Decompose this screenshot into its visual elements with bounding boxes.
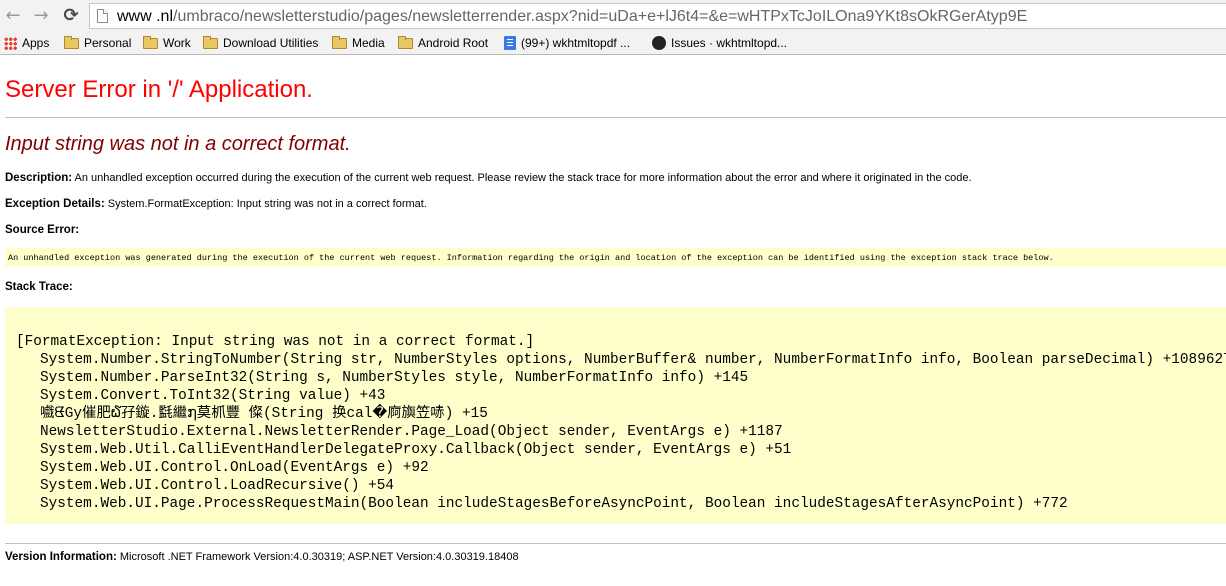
version-information-label: Version Information: xyxy=(5,551,117,563)
exception-details-text: System.FormatException: Input string was… xyxy=(107,198,427,210)
description-text: An unhandled exception occurred during t… xyxy=(74,172,972,184)
bookmark-personal[interactable]: Personal xyxy=(64,35,131,52)
title-divider xyxy=(5,117,1226,118)
description-line: Description: An unhandled exception occu… xyxy=(5,171,972,185)
version-divider xyxy=(5,543,1226,544)
bookmark-download-utilities[interactable]: Download Utilities xyxy=(203,35,318,52)
bookmark-label: Issues · wkhtmltopd... xyxy=(671,36,788,50)
forward-button[interactable]: → xyxy=(31,6,51,26)
stack-trace-heading: Stack Trace: xyxy=(5,280,73,294)
folder-icon xyxy=(143,36,158,49)
back-button[interactable]: ← xyxy=(3,6,23,26)
url-text[interactable]: www .nl/umbraco/newsletterstudio/pages/n… xyxy=(117,8,1027,26)
error-subtitle: Input string was not in a correct format… xyxy=(5,133,351,155)
stack-trace-line: 嚱ᘀGy催肥໖孖鏇.㲯繼໗莫枛豐 儏(String 换cal�㢌旟笠哧) +15 xyxy=(40,406,488,422)
source-error-box: An unhandled exception was generated dur… xyxy=(5,248,1226,267)
stack-trace-line: NewsletterStudio.External.NewsletterRend… xyxy=(40,424,783,440)
version-information-line: Version Information: Microsoft .NET Fram… xyxy=(5,550,519,564)
url-host: www .nl xyxy=(117,8,174,25)
folder-icon xyxy=(203,36,218,49)
bookmark-wkhtmltopdf[interactable]: (99+) wkhtmltopdf ... xyxy=(504,35,630,52)
stack-trace-line: [FormatException: Input string was not i… xyxy=(16,334,535,350)
stack-trace-line: System.Convert.ToInt32(String value) +43 xyxy=(40,388,386,404)
page-icon xyxy=(97,9,108,23)
version-information-text: Microsoft .NET Framework Version:4.0.303… xyxy=(119,551,519,563)
stack-trace-line: System.Web.Util.CalliEventHandlerDelegat… xyxy=(40,442,792,458)
folder-icon xyxy=(332,36,347,49)
bookmark-label: Media xyxy=(352,36,385,50)
google-docs-icon xyxy=(504,36,516,50)
address-bar[interactable]: www .nl/umbraco/newsletterstudio/pages/n… xyxy=(89,3,1226,29)
bookmark-label: Personal xyxy=(84,36,132,50)
url-path: /umbraco/newsletterstudio/pages/newslett… xyxy=(173,8,1028,25)
github-icon xyxy=(652,36,666,50)
stack-trace-box: [FormatException: Input string was not i… xyxy=(5,307,1226,524)
stack-trace-line: System.Web.UI.Page.ProcessRequestMain(Bo… xyxy=(40,496,1068,512)
bookmark-label: (99+) wkhtmltopdf ... xyxy=(521,36,631,50)
bookmark-label: Apps xyxy=(22,36,50,50)
folder-icon xyxy=(398,36,413,49)
stack-trace-line: System.Web.UI.Control.OnLoad(EventArgs e… xyxy=(40,460,429,476)
stack-trace-lines: [FormatException: Input string was not i… xyxy=(16,333,1226,513)
bookmark-issues[interactable]: Issues · wkhtmltopd... xyxy=(652,35,787,52)
exception-details-line: Exception Details: System.FormatExceptio… xyxy=(5,197,427,211)
source-error-text: An unhandled exception was generated dur… xyxy=(8,253,1054,263)
browser-toolbar: ← → ⟳ www .nl/umbraco/newsletterstudio/p… xyxy=(0,0,1226,33)
apps-grid-icon xyxy=(4,37,17,50)
bookmark-label: Work xyxy=(163,36,191,50)
bookmarks-bar: Apps Personal Work Download Utilities Me… xyxy=(0,33,1226,55)
bookmark-android-root[interactable]: Android Root xyxy=(398,35,488,52)
source-error-label: Source Error: xyxy=(5,224,80,236)
bookmark-media[interactable]: Media xyxy=(332,35,385,52)
folder-icon xyxy=(64,36,79,49)
description-label: Description: xyxy=(5,172,73,184)
source-error-heading: Source Error: xyxy=(5,223,79,237)
stack-trace-line: System.Number.StringToNumber(String str,… xyxy=(40,352,1226,368)
stack-trace-line: System.Web.UI.Control.LoadRecursive() +5… xyxy=(40,478,395,494)
stack-trace-label: Stack Trace: xyxy=(5,281,73,293)
bookmark-label: Download Utilities xyxy=(223,36,319,50)
bookmark-apps[interactable]: Apps xyxy=(4,35,49,52)
error-page: Server Error in '/' Application. Input s… xyxy=(0,55,1226,586)
page-title: Server Error in '/' Application. xyxy=(5,76,313,103)
bookmark-work[interactable]: Work xyxy=(143,35,191,52)
bookmark-label: Android Root xyxy=(418,36,489,50)
reload-button[interactable]: ⟳ xyxy=(61,6,81,26)
stack-trace-line: System.Number.ParseInt32(String s, Numbe… xyxy=(40,370,749,386)
exception-details-label: Exception Details: xyxy=(5,198,105,210)
